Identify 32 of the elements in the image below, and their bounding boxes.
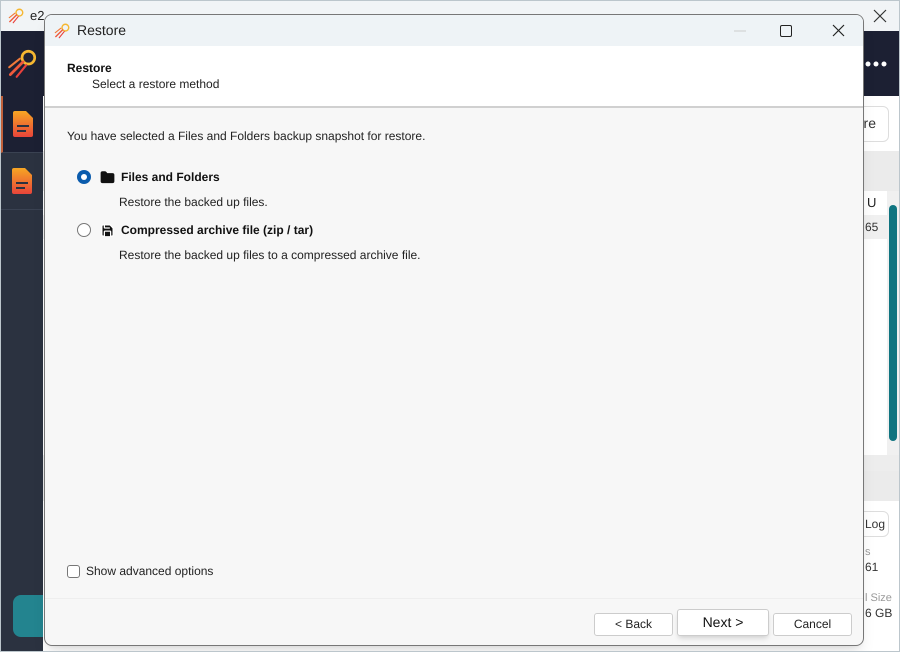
maximize-icon[interactable] (780, 24, 792, 36)
checkbox[interactable] (67, 564, 80, 578)
dialog-title: Restore (77, 21, 126, 40)
option-label[interactable]: Files and Folders (121, 168, 220, 186)
app-title: e2 (30, 7, 44, 26)
close-icon[interactable] (873, 9, 887, 23)
more-icon[interactable] (865, 60, 887, 66)
dialog-button[interactable]: < Back (594, 612, 673, 636)
document-icon (13, 111, 33, 137)
dialog-button[interactable]: Cancel (773, 612, 852, 636)
scrollbar[interactable] (887, 191, 899, 455)
header-subtitle: Select a restore method (91, 76, 220, 92)
checkbox-label[interactable]: Show advanced options (86, 562, 214, 580)
option-description: Restore the backed up files to a compressed archive file. (119, 247, 422, 264)
stat-label: l Size (865, 591, 892, 605)
app-logo-icon (7, 7, 25, 25)
option-label[interactable]: Compressed archive file (zip / tar) (121, 221, 314, 239)
dialog-button[interactable]: Next > (677, 608, 769, 636)
option-description: Restore the backed up files. (119, 194, 269, 211)
radio-button[interactable] (77, 170, 91, 184)
close-icon[interactable] (832, 24, 845, 37)
dialog-logo-icon (53, 22, 71, 40)
document-icon (12, 168, 32, 194)
stat-value: 61 (865, 559, 878, 575)
table-cell-text: 65 (864, 219, 880, 236)
folder-icon (100, 170, 115, 184)
intro-text: You have selected a Files and Folders backup snapshot for restore. (67, 128, 426, 145)
radio-button[interactable] (77, 223, 91, 237)
sidebar-item[interactable] (1, 96, 43, 153)
stat-label: s (865, 545, 870, 559)
stat-value: 6 GB (865, 605, 892, 621)
header-title: Restore (67, 60, 113, 76)
